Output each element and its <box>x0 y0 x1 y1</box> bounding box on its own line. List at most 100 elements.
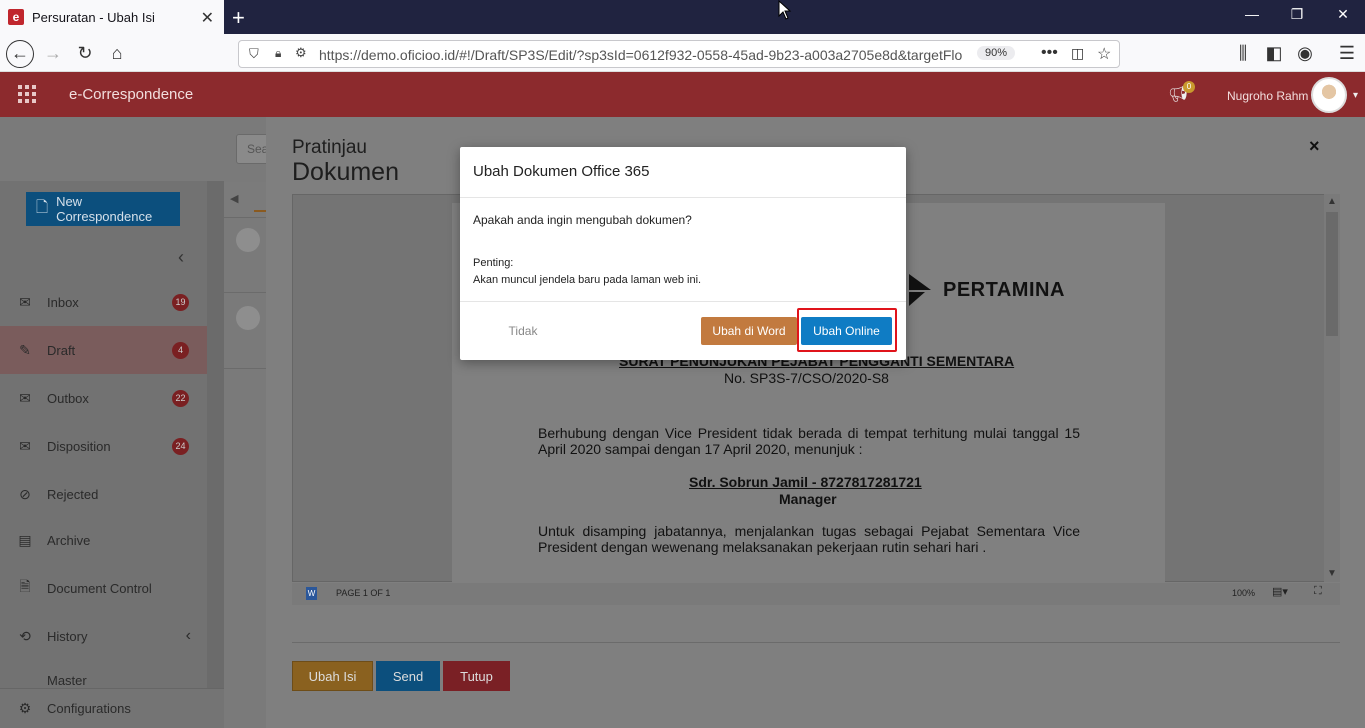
account-icon[interactable]: ◉ <box>1292 42 1318 66</box>
user-name[interactable]: Nugroho Rahm <box>1227 89 1308 103</box>
document-person: Sdr. Sobrun Jamil - 8727817281721 <box>689 474 922 490</box>
page-indicator: PAGE 1 OF 1 <box>336 588 391 598</box>
archive-icon: ▤ <box>18 531 32 548</box>
minimize-icon[interactable]: — <box>1229 6 1275 22</box>
pertamina-logo-icon <box>905 274 935 306</box>
reload-icon[interactable]: ↻ <box>72 42 98 66</box>
browser-tab[interactable]: e Persuratan - Ubah Isi ✕ <box>0 0 224 34</box>
word-icon: W <box>306 587 317 600</box>
document-number: No. SP3S-7/CSO/2020-S8 <box>724 370 889 386</box>
edit-in-word-button[interactable]: Ubah di Word <box>701 317 797 345</box>
send-button[interactable]: Send <box>376 661 440 691</box>
lock-icon[interactable]: 🔒︎ <box>275 46 281 61</box>
scroll-down-icon[interactable]: ▼ <box>1327 568 1337 579</box>
sidebar-item-document-control[interactable]: 🗎︎ Document Control <box>0 564 207 612</box>
preview-subtitle: Dokumen <box>292 158 399 186</box>
window-close-icon[interactable]: ✕ <box>1320 6 1365 23</box>
new-tab-icon[interactable]: + <box>232 5 245 31</box>
back-icon[interactable]: ← <box>6 40 34 68</box>
pertamina-logo-text: PERTAMINA <box>943 278 1065 301</box>
sidebar-item-label: Inbox <box>47 294 79 310</box>
chevron-down-icon[interactable]: ▾ <box>1353 90 1358 101</box>
bookmark-star-icon[interactable]: ☆ <box>1097 44 1111 64</box>
edit-content-button[interactable]: Ubah Isi <box>292 661 373 691</box>
fullscreen-icon[interactable]: ⛶ <box>1314 585 1322 598</box>
zoom-level[interactable]: 90% <box>977 46 1016 60</box>
dialog-important-label: Penting: <box>473 257 514 269</box>
document-paragraph: Untuk disamping jabatannya, menjalankan … <box>538 523 1080 555</box>
document-paragraph: Berhubung dengan Vice President tidak be… <box>538 425 1080 457</box>
zoom-indicator[interactable]: 100% <box>1232 588 1255 598</box>
divider <box>460 197 906 198</box>
app-title: e-Correspondence <box>69 86 194 103</box>
apps-grid-icon[interactable] <box>18 85 36 103</box>
page-view-icon[interactable]: ▤▾ <box>1272 585 1288 598</box>
pocket-icon[interactable]: ◫ <box>1071 45 1084 62</box>
sidebar-item-draft[interactable]: ✎ Draft 4 <box>0 326 207 374</box>
disposition-icon: ✉ <box>19 437 31 454</box>
dialog-title: Ubah Dokumen Office 365 <box>473 163 650 180</box>
permissions-icon[interactable]: ⚙ <box>295 45 307 61</box>
scroll-up-icon[interactable]: ▲ <box>1327 196 1337 207</box>
sidebar-item-label: Master <box>47 673 87 688</box>
sidebar-item-archive[interactable]: ▤ Archive <box>0 516 207 564</box>
sidebar-item-rejected[interactable]: ⊘ Rejected <box>0 470 207 518</box>
divider <box>224 292 266 293</box>
sidebar-item-label: Archive <box>47 532 91 548</box>
shield-icon[interactable]: ⛉ <box>249 46 259 62</box>
chevron-left-icon: ‹ <box>185 627 191 644</box>
document-position: Manager <box>779 491 837 507</box>
tab-active[interactable] <box>254 188 266 212</box>
app-favicon-icon: e <box>8 9 24 25</box>
sidebar-item-inbox[interactable]: ✉ Inbox 19 <box>0 278 207 326</box>
restore-icon[interactable]: ❐ <box>1274 6 1320 23</box>
sidebar-item-outbox[interactable]: ✉ Outbox 22 <box>0 374 207 422</box>
divider <box>460 301 906 302</box>
avatar-placeholder-icon <box>236 306 260 330</box>
sidebar-item-configurations[interactable]: ⚙ Configurations <box>0 688 224 728</box>
gear-icon: ⚙ <box>18 700 32 716</box>
history-icon: ⟲ <box>19 627 31 644</box>
sidebar-item-label: Disposition <box>47 438 111 454</box>
tab-close-icon[interactable]: ✕ <box>201 8 214 28</box>
url-text[interactable]: https://demo.oficioo.id/#!/Draft/SP3S/Ed… <box>319 47 969 63</box>
outbox-icon: ✉ <box>19 389 31 406</box>
cancel-button[interactable]: Tidak <box>490 317 556 345</box>
notification-badge: 0 <box>1183 81 1195 93</box>
count-badge: 4 <box>172 341 189 359</box>
close-preview-button[interactable]: Tutup <box>443 661 510 691</box>
sidebar-item-label: Draft <box>47 342 76 358</box>
collapse-sidebar-icon[interactable]: ‹ <box>178 247 184 268</box>
divider <box>292 642 1340 643</box>
dialog-question: Apakah anda ingin mengubah dokumen? <box>473 213 692 227</box>
new-correspondence-button[interactable]: 🗋︎ New Correspondence <box>26 192 180 226</box>
sidebar-item-history[interactable]: ⟲ History ‹ <box>0 612 207 660</box>
sidebar-toggle-icon[interactable]: ◧ <box>1261 42 1287 66</box>
sidebar-item-label: Rejected <box>47 486 99 502</box>
sidebar-item-disposition[interactable]: ✉ Disposition 24 <box>0 422 207 470</box>
sidebar-item-label: Outbox <box>47 390 89 406</box>
home-icon[interactable]: ⌂ <box>104 42 130 66</box>
sidebar-scrollbar[interactable] <box>207 181 224 728</box>
document-control-icon: 🗎︎ <box>19 578 31 594</box>
forward-icon[interactable]: → <box>40 42 66 66</box>
app-header <box>0 72 1365 117</box>
more-icon[interactable]: ••• <box>1041 44 1058 62</box>
count-badge: 24 <box>172 437 189 455</box>
list-tabs: ◀ <box>224 182 266 218</box>
address-bar[interactable]: ⛉ 🔒︎ ⚙ https://demo.oficioo.id/#!/Draft/… <box>238 40 1120 68</box>
dialog-note: Akan muncul jendela baru pada laman web … <box>473 274 702 286</box>
avatar[interactable] <box>1311 77 1347 113</box>
sidebar-item-master[interactable]: Master <box>0 660 207 688</box>
scrollbar-thumb[interactable] <box>1326 212 1338 336</box>
sidebar-item-label: Document Control <box>47 580 152 596</box>
library-icon[interactable]: ⫼ <box>1230 42 1256 66</box>
sidebar-item-label: Configurations <box>47 701 131 716</box>
count-badge: 22 <box>172 389 189 407</box>
close-icon[interactable]: × <box>1309 136 1320 157</box>
tab-title: Persuratan - Ubah Isi <box>32 9 155 25</box>
pertamina-logo: PERTAMINA <box>905 270 1080 310</box>
menu-icon[interactable]: ☰ <box>1334 42 1360 66</box>
edit-online-button[interactable]: Ubah Online <box>801 317 892 345</box>
caret-left-icon[interactable]: ◀ <box>230 192 238 205</box>
